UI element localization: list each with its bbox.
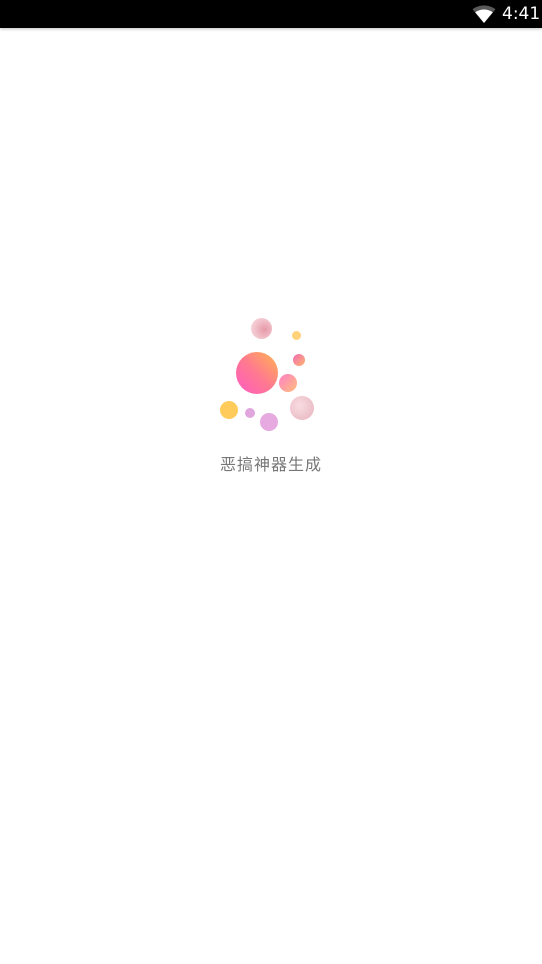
logo-bubble	[220, 401, 238, 419]
wifi-icon	[472, 5, 496, 23]
status-time: 4:41	[502, 4, 541, 24]
logo-bubble	[293, 354, 305, 366]
logo-bubble	[292, 331, 301, 340]
logo-bubble	[279, 374, 297, 392]
app-name: 恶搞神器生成	[219, 455, 322, 474]
splash-content: 恶搞神器生成	[0, 310, 542, 490]
logo-bubble	[260, 413, 278, 431]
logo-bubble	[245, 408, 255, 418]
logo-bubble	[251, 318, 272, 339]
logo-bubble	[290, 396, 314, 420]
bubbles-logo-icon	[210, 310, 330, 440]
logo-bubble	[236, 352, 278, 394]
status-bar: 4:41	[0, 0, 542, 28]
splash-screen: 4:41 恶搞神器生成	[0, 0, 542, 964]
